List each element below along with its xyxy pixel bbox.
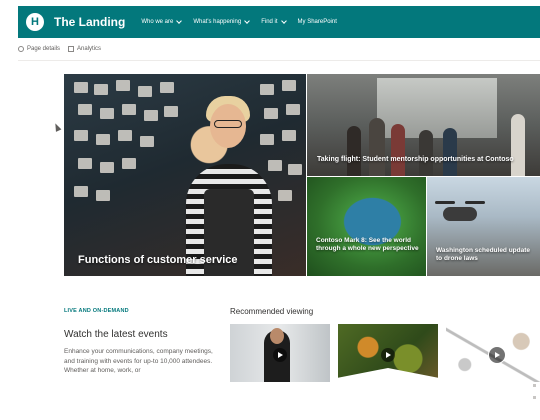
wall-decoration xyxy=(96,190,110,201)
presenter-face xyxy=(270,328,284,344)
drone-rotor xyxy=(435,201,455,204)
hub-logo[interactable]: H xyxy=(26,13,44,31)
wall-decoration xyxy=(122,104,136,115)
scroll-indicator xyxy=(533,396,536,399)
page-details-button[interactable]: Page details xyxy=(18,46,60,52)
analytics-label: Analytics xyxy=(77,46,102,52)
wall-decoration xyxy=(160,82,174,93)
hub-nav-my-sharepoint[interactable]: My SharePoint xyxy=(298,19,337,25)
wall-decoration xyxy=(78,158,92,169)
wall-decoration xyxy=(140,136,154,147)
play-icon[interactable] xyxy=(488,346,506,364)
hub-nav-find-it[interactable]: Find it xyxy=(261,18,287,25)
wall-decoration xyxy=(74,130,88,141)
wall-decoration xyxy=(74,82,88,93)
wall-decoration xyxy=(286,104,300,115)
hero-tile-main[interactable]: Functions of customer service xyxy=(64,74,306,276)
hub-title[interactable]: The Landing xyxy=(54,15,125,29)
wall-decoration xyxy=(78,104,92,115)
analytics-button[interactable]: Analytics xyxy=(68,46,101,52)
drone-rotor xyxy=(465,201,485,204)
divider xyxy=(18,60,540,61)
glasses-shape xyxy=(214,120,242,128)
hero-top-right-caption: Taking flight: Student mentorship opport… xyxy=(317,156,514,163)
hub-nav-whats-happening[interactable]: What's happening xyxy=(193,18,251,25)
hero-tile-bottom-left[interactable]: Contoso Mark 8: See the world through a … xyxy=(307,177,426,276)
wall-decoration xyxy=(74,186,88,197)
wall-decoration xyxy=(144,110,158,121)
wall-decoration xyxy=(94,84,108,95)
play-icon[interactable] xyxy=(273,348,287,362)
person-silhouette xyxy=(511,114,525,176)
chevron-down-icon xyxy=(280,18,287,24)
wall-decoration xyxy=(164,106,178,117)
recommended-title: Recommended viewing xyxy=(230,307,314,316)
video-thumbnail[interactable] xyxy=(230,324,330,382)
hub-navigation-bar: H The Landing Who we are What's happenin… xyxy=(18,6,540,38)
play-icon[interactable] xyxy=(381,348,395,362)
wall-decoration xyxy=(100,108,114,119)
hub-nav-label: Who we are xyxy=(141,19,174,25)
hero-bottom-right-caption: Washington scheduled update to drone law… xyxy=(436,247,531,262)
person-silhouette xyxy=(419,130,433,176)
wall-decoration xyxy=(118,130,132,141)
page-command-bar: Page details Analytics xyxy=(18,42,109,56)
video-thumbnail[interactable] xyxy=(338,324,438,382)
wall-decoration xyxy=(268,160,282,171)
notch-shape xyxy=(338,368,438,382)
hub-nav-label: What's happening xyxy=(193,19,242,25)
wall-decoration xyxy=(122,158,136,169)
hero-tile-bottom-right[interactable]: Washington scheduled update to drone law… xyxy=(427,177,540,276)
hero-tile-top-right[interactable]: Taking flight: Student mentorship opport… xyxy=(307,74,540,176)
wall-decoration xyxy=(138,86,152,97)
chevron-down-icon xyxy=(176,18,183,24)
hub-nav-label: Find it xyxy=(261,19,278,25)
analytics-icon xyxy=(68,46,75,52)
events-description: Enhance your communications, company mee… xyxy=(64,348,213,374)
video-thumbnail[interactable] xyxy=(446,324,540,382)
person-silhouette xyxy=(369,118,385,176)
fade-overlay xyxy=(60,378,220,400)
hub-nav-who-we-are[interactable]: Who we are xyxy=(141,18,183,25)
person-silhouette xyxy=(347,126,361,176)
events-eyebrow: LIVE AND ON-DEMAND xyxy=(64,308,129,314)
hero-bottom-left-caption: Contoso Mark 8: See the world through a … xyxy=(316,237,419,252)
hero-main-caption: Functions of customer service xyxy=(78,254,238,266)
wall-decoration xyxy=(260,84,274,95)
person-silhouette xyxy=(391,124,405,176)
mouse-cursor-icon xyxy=(52,122,62,132)
chevron-down-icon xyxy=(244,18,251,24)
person-silhouette xyxy=(443,128,457,176)
wall-decoration xyxy=(96,134,110,145)
wall-decoration xyxy=(282,130,296,141)
hub-nav: Who we are What's happening Find it My S… xyxy=(141,18,349,25)
wall-decoration xyxy=(260,134,274,145)
page-details-label: Page details xyxy=(27,46,61,52)
wall-decoration xyxy=(282,80,296,91)
hub-nav-label: My SharePoint xyxy=(297,19,337,25)
info-icon xyxy=(18,46,24,52)
wall-decoration xyxy=(264,108,278,119)
hub-logo-letter: H xyxy=(31,16,39,28)
wall-decoration xyxy=(100,162,114,173)
scroll-indicator xyxy=(533,384,536,387)
wall-decoration xyxy=(278,190,292,201)
wall-decoration xyxy=(288,164,302,175)
events-title[interactable]: Watch the latest events xyxy=(64,329,168,340)
wall-decoration xyxy=(116,80,130,91)
drone-icon xyxy=(443,207,477,221)
